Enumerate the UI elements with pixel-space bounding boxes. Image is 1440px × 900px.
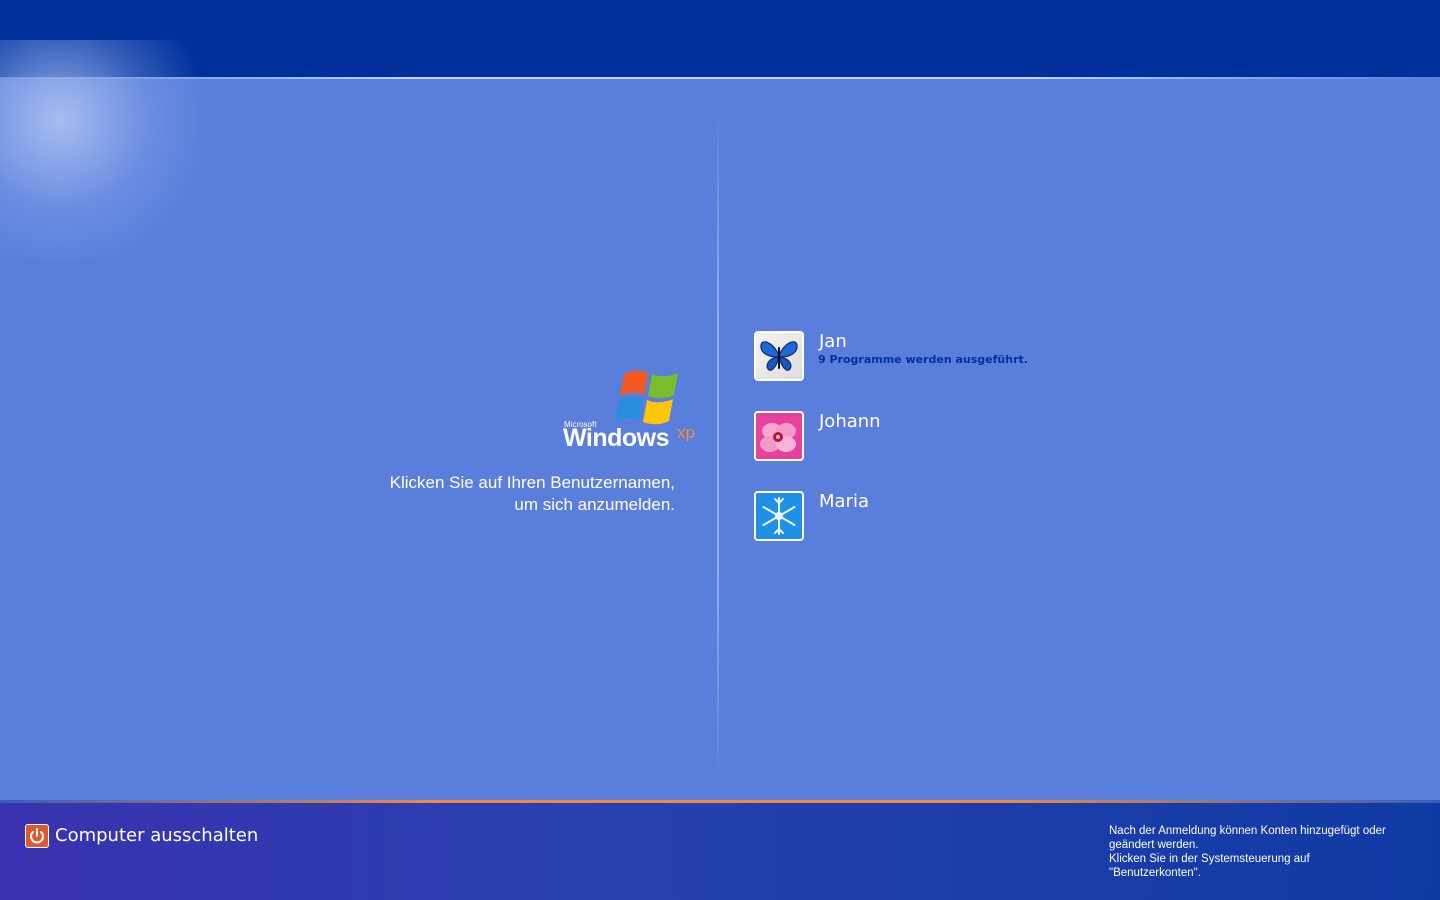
instructions-line-1: Klicken Sie auf Ihren Benutzernamen, bbox=[389, 473, 675, 492]
user-tile-jan[interactable]: Jan 9 Programme werden ausgeführt. bbox=[754, 331, 1154, 387]
hint-line-2: geändert werden. bbox=[1109, 839, 1199, 851]
butterfly-icon bbox=[754, 331, 804, 381]
windows-wordmark: Windows bbox=[563, 424, 670, 452]
top-bar bbox=[0, 0, 1440, 78]
windows-xp-logo: Microsoft Windows xp bbox=[560, 368, 705, 458]
user-tile-johann[interactable]: Johann bbox=[754, 411, 1154, 467]
snowflake-icon bbox=[754, 491, 804, 541]
user-status-jan: 9 Programme werden ausgeführt. bbox=[818, 353, 1028, 366]
user-name-jan: Jan bbox=[819, 331, 847, 352]
hint-line-3: Klicken Sie in der Systemsteuerung auf bbox=[1109, 853, 1310, 865]
login-instructions: Klicken Sie auf Ihren Benutzernamen, um … bbox=[320, 472, 675, 516]
user-name-maria: Maria bbox=[819, 491, 869, 512]
hint-line-1: Nach der Anmeldung können Konten hinzuge… bbox=[1109, 825, 1386, 837]
top-divider-line bbox=[0, 77, 1440, 79]
xp-wordmark: xp bbox=[677, 423, 695, 442]
windows-flag-icon bbox=[616, 370, 678, 425]
instructions-line-2: um sich anzumelden. bbox=[514, 495, 675, 514]
hint-line-4: "Benutzerkonten". bbox=[1109, 867, 1201, 879]
user-tile-maria[interactable]: Maria bbox=[754, 491, 1154, 547]
flower-icon bbox=[754, 411, 804, 461]
account-hint: Nach der Anmeldung können Konten hinzuge… bbox=[1109, 824, 1429, 880]
power-icon bbox=[25, 824, 49, 848]
light-glow bbox=[0, 40, 200, 260]
shutdown-label: Computer ausschalten bbox=[55, 825, 259, 846]
login-screen: Microsoft Windows xp Klicken Sie auf Ihr… bbox=[0, 0, 1440, 900]
user-name-johann: Johann bbox=[819, 411, 881, 432]
center-divider bbox=[717, 110, 719, 780]
